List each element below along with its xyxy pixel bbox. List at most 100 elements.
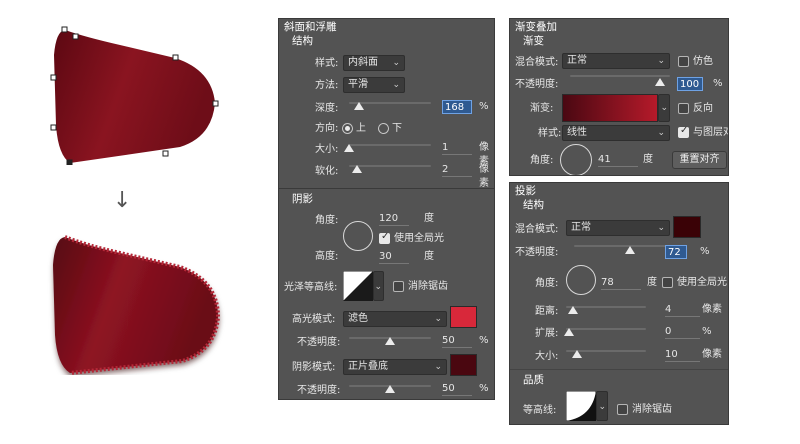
opacity-slider[interactable]: [574, 245, 670, 247]
panel-title: 投影: [515, 185, 536, 197]
soften-label: 软化:: [315, 166, 339, 177]
section-title: 结构: [292, 35, 313, 47]
shadow-color-swatch[interactable]: [673, 216, 701, 238]
reverse-checkbox[interactable]: [678, 103, 689, 114]
size-unit: 像素: [702, 349, 722, 360]
opacity-input[interactable]: 72: [665, 245, 687, 259]
shading-panel: 阴影 角度: 120 度 使用全局光 高度: 30 度 光泽等高线: ⌄ 消除锯…: [278, 188, 495, 400]
antialias-checkbox[interactable]: [393, 281, 404, 292]
direction-down-radio[interactable]: [378, 123, 389, 134]
opacity-label: 不透明度:: [515, 79, 559, 90]
angle-dial[interactable]: [566, 265, 596, 295]
blend-mode-select[interactable]: 正常 ⌄: [562, 53, 670, 69]
highlight-opacity-input[interactable]: 50: [442, 334, 472, 348]
size-label: 大小:: [535, 351, 559, 362]
depth-input[interactable]: 168: [442, 100, 472, 114]
direction-down-label: 下: [392, 123, 402, 134]
size-slider[interactable]: [349, 144, 431, 146]
contour-preview[interactable]: [566, 391, 596, 421]
distance-unit: 像素: [702, 304, 722, 315]
size-slider-thumb[interactable]: [572, 350, 582, 358]
distance-input[interactable]: 4: [665, 303, 700, 317]
global-light-checkbox[interactable]: [662, 277, 673, 288]
chevron-down-icon: ⌄: [434, 362, 442, 372]
global-light-label: 使用全局光: [394, 233, 444, 244]
highlight-opacity-thumb[interactable]: [385, 337, 395, 345]
align-layer-checkbox[interactable]: [678, 125, 689, 138]
size-input[interactable]: 1: [442, 141, 472, 155]
distance-slider-thumb[interactable]: [568, 306, 578, 314]
opacity-slider[interactable]: [570, 75, 670, 77]
shadow-mode-label: 阴影模式:: [292, 362, 336, 373]
shadow-opacity-input[interactable]: 50: [442, 382, 472, 396]
shape-path-illustration: [50, 26, 219, 165]
altitude-unit: 度: [424, 251, 434, 262]
distance-slider[interactable]: [566, 306, 646, 308]
blend-mode-select[interactable]: 正常 ⌄: [566, 220, 670, 236]
size-input[interactable]: 10: [665, 348, 700, 362]
down-arrow-icon: ↓: [113, 188, 132, 213]
opacity-slider-thumb[interactable]: [625, 246, 635, 254]
opacity-unit: %: [700, 246, 710, 257]
drop-shadow-panel: 投影 结构 混合模式: 正常 ⌄ 不透明度: 72 % 角度: 78 度 使用全局…: [509, 182, 729, 425]
opacity-slider-thumb[interactable]: [655, 78, 665, 86]
section-title: 渐变: [523, 35, 544, 47]
reset-alignment-button[interactable]: 重置对齐: [672, 151, 727, 169]
global-light-checkbox[interactable]: [379, 231, 390, 244]
altitude-label: 高度:: [315, 251, 339, 262]
contour-dropdown[interactable]: ⌄: [596, 391, 608, 421]
style-select[interactable]: 内斜面 ⌄: [343, 55, 405, 71]
style-label: 样式:: [315, 58, 339, 69]
depth-slider-thumb[interactable]: [354, 102, 364, 110]
gradient-label: 渐变:: [530, 103, 554, 114]
chevron-down-icon: ⌄: [392, 58, 400, 68]
direction-label: 方向:: [315, 123, 339, 134]
section-title: 阴影: [292, 193, 313, 205]
angle-dial[interactable]: [560, 144, 592, 175]
global-light-label: 使用全局光: [677, 277, 727, 288]
direction-up-radio[interactable]: [342, 123, 353, 134]
spread-slider-thumb[interactable]: [564, 328, 574, 336]
gradient-style-select[interactable]: 线性 ⌄: [562, 125, 670, 141]
opacity-input[interactable]: 100: [677, 77, 703, 91]
highlight-mode-select[interactable]: 滤色 ⌄: [343, 311, 447, 327]
angle-label: 角度:: [315, 215, 339, 226]
section-title: 结构: [523, 199, 544, 211]
angle-unit: 度: [647, 277, 657, 288]
contour-label: 等高线:: [523, 405, 557, 416]
soften-input[interactable]: 2: [442, 163, 472, 177]
gradient-dropdown[interactable]: ⌄: [658, 94, 670, 122]
opacity-unit: %: [713, 78, 723, 89]
panel-title: 渐变叠加: [515, 21, 557, 33]
gloss-contour-label: 光泽等高线:: [284, 282, 338, 293]
chevron-down-icon: ⌄: [660, 103, 668, 113]
gloss-contour-dropdown[interactable]: ⌄: [373, 271, 384, 301]
chevron-down-icon: ⌄: [657, 223, 665, 233]
blend-mode-label: 混合模式:: [515, 224, 559, 235]
shadow-opacity-unit: %: [479, 383, 489, 394]
angle-dial[interactable]: [343, 221, 373, 251]
panel-title: 斜面和浮雕: [284, 21, 337, 33]
reverse-label: 反向: [693, 103, 713, 114]
shadow-opacity-thumb[interactable]: [385, 385, 395, 393]
depth-label: 深度:: [315, 103, 339, 114]
spread-input[interactable]: 0: [665, 325, 700, 339]
technique-select[interactable]: 平滑 ⌄: [343, 77, 405, 93]
gloss-contour-preview[interactable]: [343, 271, 373, 301]
angle-input[interactable]: 120: [379, 212, 409, 226]
antialias-checkbox[interactable]: [617, 404, 628, 415]
angle-input[interactable]: 78: [601, 276, 641, 290]
spread-unit: %: [702, 326, 712, 337]
altitude-input[interactable]: 30: [379, 250, 409, 264]
angle-input[interactable]: 41: [598, 153, 638, 167]
shadow-mode-select[interactable]: 正片叠底 ⌄: [343, 359, 447, 375]
soften-slider-thumb[interactable]: [352, 165, 362, 173]
highlight-color-swatch[interactable]: [450, 306, 477, 328]
shadow-color-swatch[interactable]: [450, 354, 477, 376]
gradient-preview[interactable]: [562, 94, 658, 122]
technique-label: 方法:: [315, 80, 339, 91]
spread-slider[interactable]: [566, 328, 646, 330]
size-slider-thumb[interactable]: [344, 144, 354, 152]
section-title: 品质: [523, 374, 544, 386]
dither-checkbox[interactable]: [678, 56, 689, 67]
